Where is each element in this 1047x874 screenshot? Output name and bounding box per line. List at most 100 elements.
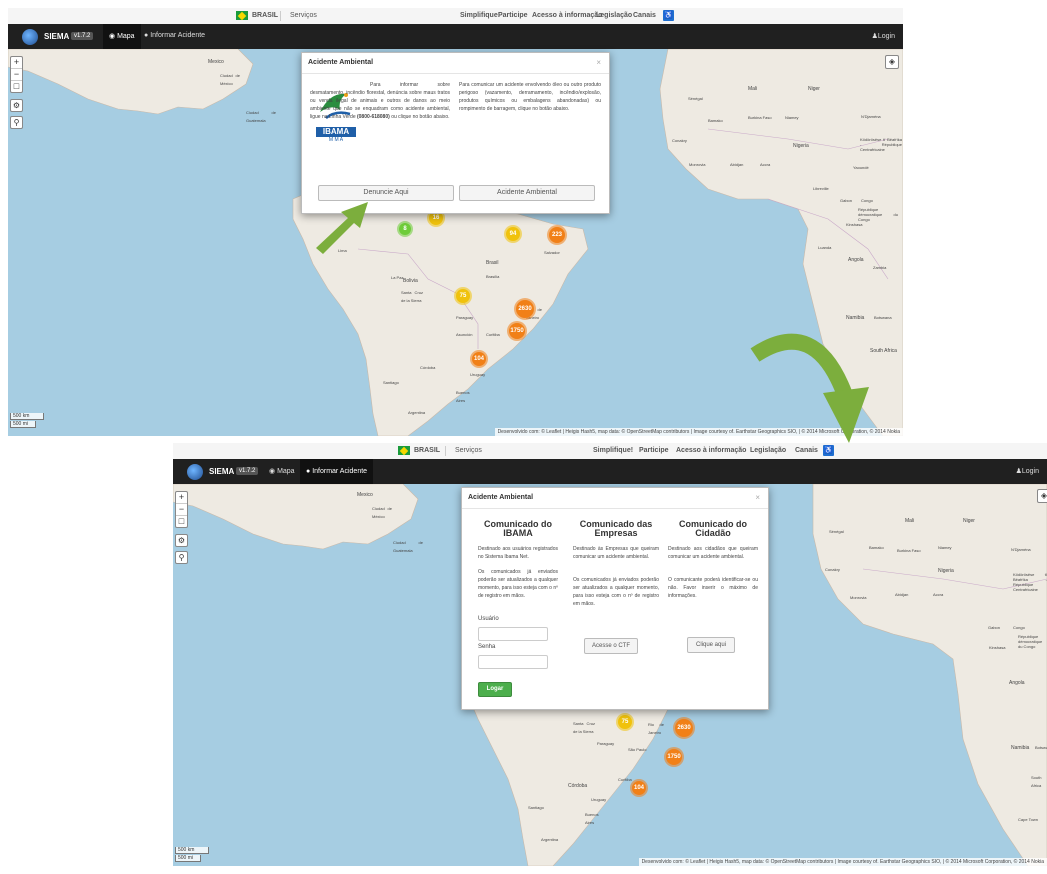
search-button[interactable]: ⚲ [175, 551, 188, 564]
nav-report-label: Informar Acidente [150, 32, 206, 39]
label-curitiba: Curitiba [618, 777, 632, 782]
label-santiago: Santiago [528, 805, 544, 810]
nav-report-link[interactable]: ● Informar Acidente [300, 459, 374, 484]
label-mali: Mali [905, 518, 915, 524]
label-guatemala: Ciudad de Guatemala [393, 540, 423, 553]
gov-link-legislacao[interactable]: Legislação [596, 12, 632, 19]
gov-services-link[interactable]: Serviços [290, 12, 317, 19]
draw-rectangle-button[interactable]: □ [11, 81, 22, 92]
citizen-click-button[interactable]: Clique aqui [687, 637, 735, 653]
app-brand[interactable]: SIEMA [44, 32, 69, 41]
gov-services-link[interactable]: Serviços [455, 447, 482, 454]
modal-close-button[interactable]: × [755, 493, 760, 502]
login-button[interactable]: Logar [478, 682, 512, 697]
login-link[interactable]: ♟Login [872, 32, 895, 40]
gov-link-participe[interactable]: Participe [639, 447, 669, 454]
label-south-africa: South Africa [1031, 775, 1042, 788]
cluster-marker[interactable]: 75 [616, 713, 634, 731]
label-asuncion: Asunción [456, 332, 473, 337]
cluster-marker[interactable]: 75 [454, 287, 472, 305]
zoom-control: + − □ [175, 491, 188, 528]
col-ibama-text-1: Destinado aos usuários registrados no Si… [478, 546, 558, 560]
cluster-marker[interactable]: 2630 [673, 717, 695, 739]
cluster-marker[interactable]: 1750 [664, 747, 684, 767]
label-santa-cruz: Santa Cruz de la Sierra [573, 721, 595, 734]
gov-separator [445, 446, 446, 456]
gov-link-simplifique[interactable]: Simplifique! [593, 447, 633, 454]
layers-icon: ◈ [1040, 491, 1047, 500]
modal-close-button[interactable]: × [596, 58, 601, 67]
cluster-marker[interactable]: 8 [397, 221, 413, 237]
alert-icon: ● [144, 32, 149, 39]
cluster-count: 104 [632, 781, 646, 795]
zoom-in-button[interactable]: + [11, 57, 22, 69]
label-senegal: Sénégal [829, 529, 844, 534]
gov-link-acesso[interactable]: Acesso à informação [532, 12, 602, 19]
label-kinshasa: Kinshasa [846, 222, 863, 227]
zoom-out-button[interactable]: − [176, 504, 187, 516]
accessibility-icon[interactable]: ♿ [663, 10, 674, 21]
app-navbar: SIEMA v1.7.2 ◉ Mapa ● Informar Acidente … [8, 24, 903, 49]
gov-link-participe[interactable]: Participe [498, 12, 528, 19]
label-paraguay: Paraguay [456, 315, 474, 320]
app-brand[interactable]: SIEMA [209, 467, 234, 476]
accessibility-icon[interactable]: ♿ [823, 445, 834, 456]
label-mali: Mali [748, 86, 758, 92]
username-input[interactable] [478, 627, 548, 641]
gov-link-acesso[interactable]: Acesso à informação [676, 447, 746, 454]
cluster-marker[interactable]: 104 [630, 779, 648, 797]
label-conakry: Conakry [825, 567, 840, 572]
zoom-out-button[interactable]: − [11, 69, 22, 81]
cluster-marker[interactable]: 1750 [507, 321, 527, 341]
gov-bar: BRASIL Serviços Simplifique! Participe A… [173, 443, 1047, 460]
layers-button[interactable]: ◈ [885, 55, 899, 69]
modal-title: Acidente Ambiental [308, 59, 374, 66]
nav-map-link[interactable]: ◉ Mapa [103, 24, 141, 49]
search-button[interactable]: ⚲ [10, 116, 23, 129]
gov-country-link[interactable]: BRASIL [252, 12, 278, 19]
layers-button[interactable]: ◈ [1037, 489, 1047, 503]
gov-link-canais[interactable]: Canais [795, 447, 818, 454]
label-nigeria: Nigeria [938, 568, 954, 574]
left-info-text: Para informar sobre desmatamento, incênd… [310, 81, 450, 121]
gear-icon: ⚙ [177, 536, 186, 545]
brazil-flag-icon [398, 446, 410, 455]
gov-link-legislacao[interactable]: Legislação [750, 447, 786, 454]
draw-rectangle-button[interactable]: □ [176, 516, 187, 527]
cluster-marker[interactable]: 223 [547, 225, 567, 245]
alert-icon: ● [306, 468, 311, 475]
label-santa-cruz: Santa Cruz de la Sierra [401, 290, 423, 303]
label-ndjamena: N'Djaména [1011, 547, 1031, 552]
phone-number: (0800-618080) [356, 114, 390, 120]
app-version-badge: v1.7.2 [71, 32, 94, 40]
cluster-marker[interactable]: 2630 [514, 298, 536, 320]
siema-logo [187, 464, 203, 480]
label-curitiba: Curitiba [486, 332, 500, 337]
ctf-access-button[interactable]: Acesse o CTF [584, 638, 638, 654]
label-ndjamena: N'Djaména [861, 114, 881, 119]
login-link[interactable]: ♟Login [1016, 467, 1039, 475]
gov-link-simplifique[interactable]: Simplifique! [460, 12, 500, 19]
zoom-in-button[interactable]: + [176, 492, 187, 504]
search-icon: ⚲ [178, 553, 185, 562]
cluster-marker[interactable]: 94 [504, 225, 522, 243]
environmental-accident-button[interactable]: Acidente Ambiental [459, 185, 595, 201]
label-luanda: Luanda [818, 245, 832, 250]
password-input[interactable] [478, 655, 548, 669]
nav-report-link[interactable]: ● Informar Acidente [144, 32, 205, 39]
curved-arrow-icon [750, 333, 869, 443]
right-info-text: Para comunicar um acidente envolvendo ól… [459, 82, 601, 112]
gov-country-link[interactable]: BRASIL [414, 447, 440, 454]
label-monrovia: Monrovia [689, 162, 706, 167]
cluster-marker[interactable]: 104 [470, 350, 488, 368]
col-citizen-title: Comunicado do Cidadão [679, 519, 747, 538]
locate-button[interactable]: ⚙ [175, 534, 188, 547]
label-lapaz: La Paz [391, 275, 404, 280]
col-citizen-text-2: O comunicante poderá identificar-se ou n… [668, 577, 758, 599]
label-paraguay: Paraguay [597, 741, 615, 746]
nav-map-link[interactable]: ◉ Mapa [269, 467, 295, 475]
locate-button[interactable]: ⚙ [10, 99, 23, 112]
nav-map-label: Mapa [117, 33, 135, 40]
gov-link-canais[interactable]: Canais [633, 12, 656, 19]
cluster-count: 104 [472, 352, 486, 366]
